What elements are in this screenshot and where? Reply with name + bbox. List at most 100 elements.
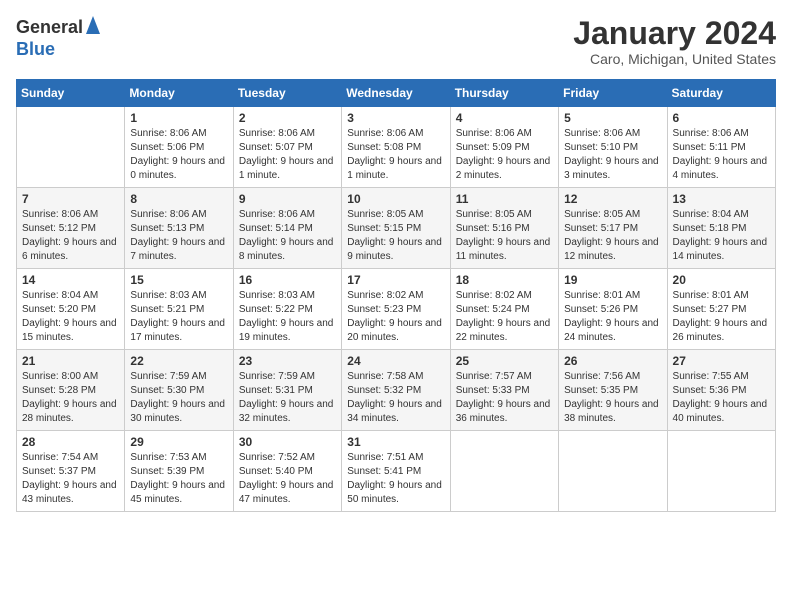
calendar-week-row: 14 Sunrise: 8:04 AMSunset: 5:20 PMDayligh…	[17, 269, 776, 350]
calendar-cell: 9 Sunrise: 8:06 AMSunset: 5:14 PMDaylight…	[233, 188, 341, 269]
calendar-cell	[559, 431, 667, 512]
calendar-cell	[667, 431, 775, 512]
calendar-cell: 17 Sunrise: 8:02 AMSunset: 5:23 PMDayligh…	[342, 269, 450, 350]
calendar-cell: 12 Sunrise: 8:05 AMSunset: 5:17 PMDayligh…	[559, 188, 667, 269]
day-number: 26	[564, 354, 661, 368]
calendar-cell: 3 Sunrise: 8:06 AMSunset: 5:08 PMDaylight…	[342, 107, 450, 188]
day-number: 27	[673, 354, 770, 368]
calendar-cell	[17, 107, 125, 188]
day-number: 16	[239, 273, 336, 287]
day-detail: Sunrise: 8:06 AMSunset: 5:07 PMDaylight:…	[239, 127, 336, 183]
calendar-cell: 14 Sunrise: 8:04 AMSunset: 5:20 PMDayligh…	[17, 269, 125, 350]
day-detail: Sunrise: 8:06 AMSunset: 5:11 PMDaylight:…	[673, 127, 770, 183]
calendar-cell: 2 Sunrise: 8:06 AMSunset: 5:07 PMDaylight…	[233, 107, 341, 188]
day-number: 19	[564, 273, 661, 287]
calendar-cell: 19 Sunrise: 8:01 AMSunset: 5:26 PMDayligh…	[559, 269, 667, 350]
calendar-week-row: 21Sunrise: 8:00 AMSunset: 5:28 PMDayligh…	[17, 350, 776, 431]
calendar-cell: 22 Sunrise: 7:59 AMSunset: 5:30 PMDayligh…	[125, 350, 233, 431]
calendar-week-row: 28 Sunrise: 7:54 AMSunset: 5:37 PMDayligh…	[17, 431, 776, 512]
calendar-cell: 5Sunrise: 8:06 AMSunset: 5:10 PMDaylight…	[559, 107, 667, 188]
day-number: 24	[347, 354, 444, 368]
calendar-cell: 29Sunrise: 7:53 AMSunset: 5:39 PMDayligh…	[125, 431, 233, 512]
col-header-wednesday: Wednesday	[342, 80, 450, 107]
day-detail: Sunrise: 8:06 AMSunset: 5:10 PMDaylight:…	[564, 127, 661, 183]
day-detail: Sunrise: 8:06 AMSunset: 5:14 PMDaylight:…	[239, 208, 336, 264]
day-number: 10	[347, 192, 444, 206]
calendar-cell: 7 Sunrise: 8:06 AMSunset: 5:12 PMDaylight…	[17, 188, 125, 269]
logo-blue: Blue	[16, 39, 55, 59]
day-number: 7	[22, 192, 119, 206]
day-number: 29	[130, 435, 227, 449]
day-detail: Sunrise: 7:58 AMSunset: 5:32 PMDaylight:…	[347, 370, 444, 426]
day-number: 22	[130, 354, 227, 368]
day-detail: Sunrise: 8:02 AMSunset: 5:24 PMDaylight:…	[456, 289, 553, 345]
day-number: 9	[239, 192, 336, 206]
calendar-cell: 10 Sunrise: 8:05 AMSunset: 5:15 PMDayligh…	[342, 188, 450, 269]
calendar-cell: 15Sunrise: 8:03 AMSunset: 5:21 PMDayligh…	[125, 269, 233, 350]
day-detail: Sunrise: 7:59 AMSunset: 5:31 PMDaylight:…	[239, 370, 336, 426]
day-detail: Sunrise: 7:51 AMSunset: 5:41 PMDaylight:…	[347, 451, 444, 507]
day-number: 23	[239, 354, 336, 368]
col-header-sunday: Sunday	[17, 80, 125, 107]
day-number: 31	[347, 435, 444, 449]
col-header-friday: Friday	[559, 80, 667, 107]
col-header-thursday: Thursday	[450, 80, 558, 107]
day-number: 4	[456, 111, 553, 125]
day-detail: Sunrise: 8:06 AMSunset: 5:12 PMDaylight:…	[22, 208, 119, 264]
calendar-cell: 28 Sunrise: 7:54 AMSunset: 5:37 PMDayligh…	[17, 431, 125, 512]
col-header-monday: Monday	[125, 80, 233, 107]
col-header-saturday: Saturday	[667, 80, 775, 107]
day-detail: Sunrise: 8:04 AMSunset: 5:18 PMDaylight:…	[673, 208, 770, 264]
calendar-cell: 26Sunrise: 7:56 AMSunset: 5:35 PMDayligh…	[559, 350, 667, 431]
calendar-cell: 13 Sunrise: 8:04 AMSunset: 5:18 PMDayligh…	[667, 188, 775, 269]
day-number: 8	[130, 192, 227, 206]
calendar-week-row: 7 Sunrise: 8:06 AMSunset: 5:12 PMDaylight…	[17, 188, 776, 269]
calendar-cell: 4Sunrise: 8:06 AMSunset: 5:09 PMDaylight…	[450, 107, 558, 188]
location-title: Caro, Michigan, United States	[573, 51, 776, 67]
calendar-cell: 16 Sunrise: 8:03 AMSunset: 5:22 PMDayligh…	[233, 269, 341, 350]
calendar-cell: 6 Sunrise: 8:06 AMSunset: 5:11 PMDaylight…	[667, 107, 775, 188]
calendar-cell: 20Sunrise: 8:01 AMSunset: 5:27 PMDayligh…	[667, 269, 775, 350]
logo-general: General	[16, 17, 83, 38]
day-detail: Sunrise: 8:04 AMSunset: 5:20 PMDaylight:…	[22, 289, 119, 345]
day-detail: Sunrise: 8:06 AMSunset: 5:13 PMDaylight:…	[130, 208, 227, 264]
calendar-header-row: SundayMondayTuesdayWednesdayThursdayFrid…	[17, 80, 776, 107]
calendar-cell: 8 Sunrise: 8:06 AMSunset: 5:13 PMDaylight…	[125, 188, 233, 269]
day-number: 25	[456, 354, 553, 368]
col-header-tuesday: Tuesday	[233, 80, 341, 107]
calendar-cell: 31 Sunrise: 7:51 AMSunset: 5:41 PMDayligh…	[342, 431, 450, 512]
day-number: 12	[564, 192, 661, 206]
day-number: 11	[456, 192, 553, 206]
day-number: 18	[456, 273, 553, 287]
calendar-cell: 11 Sunrise: 8:05 AMSunset: 5:16 PMDayligh…	[450, 188, 558, 269]
day-number: 15	[130, 273, 227, 287]
day-detail: Sunrise: 8:05 AMSunset: 5:16 PMDaylight:…	[456, 208, 553, 264]
day-detail: Sunrise: 7:54 AMSunset: 5:37 PMDaylight:…	[22, 451, 119, 507]
day-number: 1	[130, 111, 227, 125]
calendar-cell: 23 Sunrise: 7:59 AMSunset: 5:31 PMDayligh…	[233, 350, 341, 431]
calendar-cell: 25Sunrise: 7:57 AMSunset: 5:33 PMDayligh…	[450, 350, 558, 431]
day-detail: Sunrise: 8:06 AMSunset: 5:08 PMDaylight:…	[347, 127, 444, 183]
day-detail: Sunrise: 7:55 AMSunset: 5:36 PMDaylight:…	[673, 370, 770, 426]
day-detail: Sunrise: 8:05 AMSunset: 5:15 PMDaylight:…	[347, 208, 444, 264]
day-detail: Sunrise: 8:03 AMSunset: 5:22 PMDaylight:…	[239, 289, 336, 345]
day-detail: Sunrise: 8:01 AMSunset: 5:26 PMDaylight:…	[564, 289, 661, 345]
day-detail: Sunrise: 7:59 AMSunset: 5:30 PMDaylight:…	[130, 370, 227, 426]
day-number: 17	[347, 273, 444, 287]
day-number: 13	[673, 192, 770, 206]
day-number: 2	[239, 111, 336, 125]
month-year-title: January 2024	[573, 16, 776, 51]
logo: General Blue	[16, 16, 100, 60]
day-number: 3	[347, 111, 444, 125]
calendar-week-row: 1Sunrise: 8:06 AMSunset: 5:06 PMDaylight…	[17, 107, 776, 188]
day-number: 14	[22, 273, 119, 287]
day-detail: Sunrise: 8:05 AMSunset: 5:17 PMDaylight:…	[564, 208, 661, 264]
calendar-cell: 30Sunrise: 7:52 AMSunset: 5:40 PMDayligh…	[233, 431, 341, 512]
page-header: General Blue January 2024 Caro, Michigan…	[16, 16, 776, 67]
day-number: 28	[22, 435, 119, 449]
day-detail: Sunrise: 8:02 AMSunset: 5:23 PMDaylight:…	[347, 289, 444, 345]
day-number: 6	[673, 111, 770, 125]
day-number: 21	[22, 354, 119, 368]
day-detail: Sunrise: 7:52 AMSunset: 5:40 PMDaylight:…	[239, 451, 336, 507]
calendar-cell: 1Sunrise: 8:06 AMSunset: 5:06 PMDaylight…	[125, 107, 233, 188]
